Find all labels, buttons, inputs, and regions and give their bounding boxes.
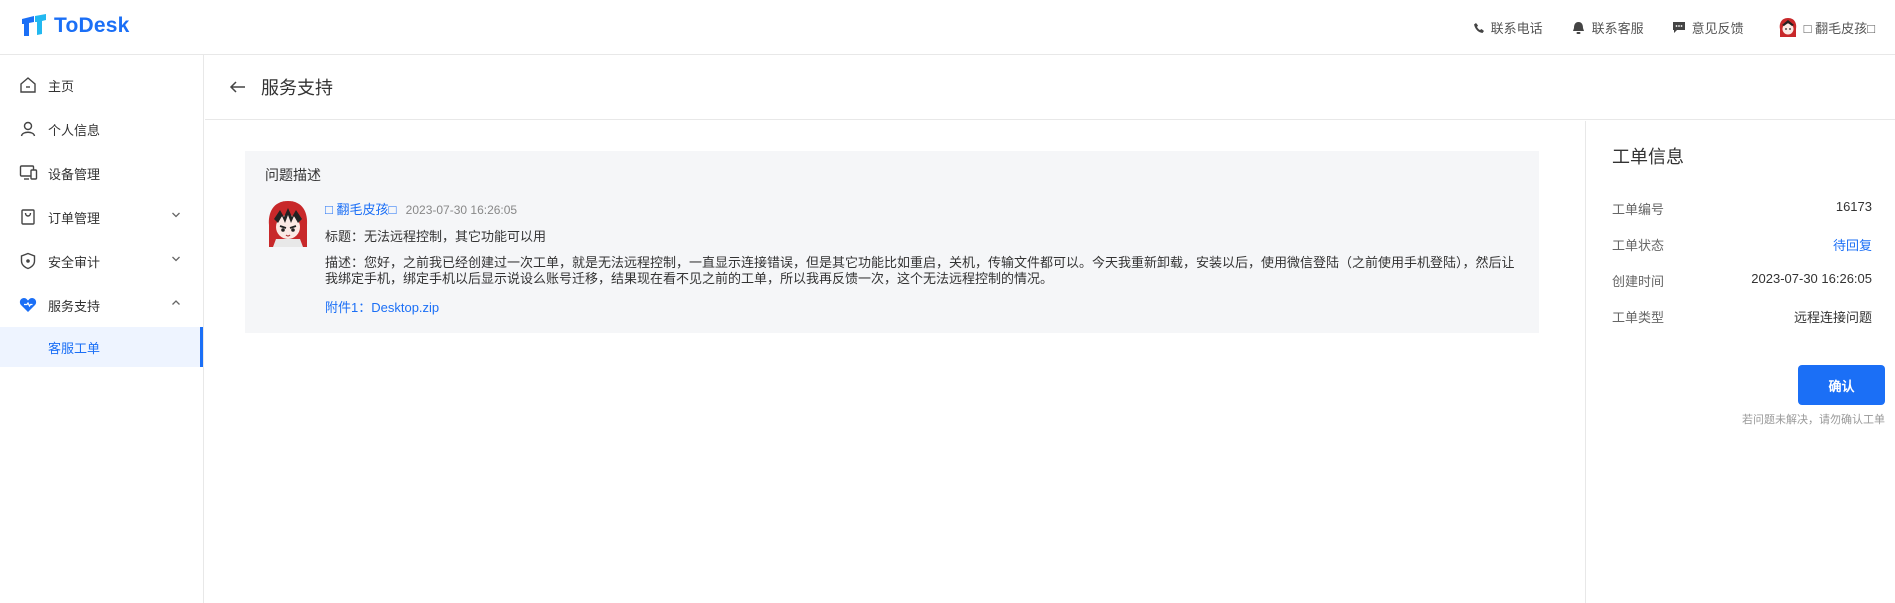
back-button[interactable] [229,80,247,94]
arrow-left-icon [229,81,245,93]
sidebar-item-label: 主页 [48,78,75,94]
message-body: □ 翻毛皮孩□ 2023-07-30 16:26:05 标题：无法远程控制，其它… [325,199,1525,316]
info-key: 工单状态 [1612,238,1665,253]
top-nav: 联系电话 联系客服 意见反馈 □ 翻毛皮孩□ [1473,0,1895,55]
confirm-button[interactable]: 确认 [1798,365,1885,405]
page-header: 服务支持 [205,55,1895,120]
chevron-up-icon [172,300,180,305]
todesk-logo-icon [20,14,48,38]
sidebar-item-label: 安全审计 [48,254,101,270]
ticket-main: 问题描述 □ 翻毛皮孩□ 2023-07-30 16:26:05 标题：无法远程… [205,121,1585,603]
feedback-icon [1672,22,1685,33]
sidebar-item-label: 服务支持 [48,298,101,314]
info-row-ticket-status: 工单状态 待回复 [1612,235,1872,255]
ticket-info-panel: 工单信息 工单编号 16173 工单状态 待回复 创建时间 2023-07-30… [1586,121,1895,603]
user-avatar [1779,17,1796,37]
sidebar: 主页 个人信息 设备管理 订单管理 安全审计 服务支持 客服工单 [0,55,204,603]
logo[interactable]: ToDesk [20,14,130,38]
page-title: 服务支持 [261,78,333,98]
home-icon [18,75,38,95]
message-author: □ 翻毛皮孩□ [325,202,397,217]
info-key: 创建时间 [1612,274,1665,289]
info-row-ticket-type: 工单类型 远程连接问题 [1612,307,1872,327]
problem-card: 问题描述 □ 翻毛皮孩□ 2023-07-30 16:26:05 标题：无法远程… [245,151,1539,333]
contact-phone-label: 联系电话 [1490,21,1543,36]
info-value: 远程连接问题 [1793,310,1872,325]
shield-icon [18,251,38,271]
message-time: 2023-07-30 16:26:05 [405,203,518,217]
username: □ 翻毛皮孩□ [1803,21,1875,36]
contact-phone-link[interactable]: 联系电话 [1473,18,1543,37]
sidebar-item-label: 个人信息 [48,122,101,138]
order-bag-icon [18,207,38,227]
attachment-link[interactable]: 附件1：Desktop.zip [325,297,1525,316]
contact-service-label: 联系客服 [1591,21,1644,36]
sidebar-item-label: 订单管理 [48,210,101,226]
phone-icon [1473,22,1484,33]
chevron-down-icon [172,256,180,262]
contact-service-link[interactable]: 联系客服 [1571,18,1644,37]
feedback-label: 意见反馈 [1691,21,1744,36]
sidebar-item-label: 设备管理 [48,166,101,182]
sidebar-subitem-label: 客服工单 [48,340,101,356]
message-description: 描述：您好，之前我已经创建过一次工单，就是无法远程控制，一直显示连接错误，但是其… [325,255,1515,286]
sidebar-item-security-audit[interactable]: 安全审计 [0,239,203,283]
confirm-hint: 若问题未解决，请勿确认工单 [1742,414,1885,426]
info-row-ticket-number: 工单编号 16173 [1612,199,1872,219]
ticket-message: □ 翻毛皮孩□ 2023-07-30 16:26:05 标题：无法远程控制，其它… [265,199,1519,316]
sidebar-item-home[interactable]: 主页 [0,63,203,107]
user-menu[interactable]: □ 翻毛皮孩□ [1778,17,1875,39]
sidebar-item-profile[interactable]: 个人信息 [0,107,203,151]
info-key: 工单编号 [1612,202,1665,217]
sidebar-item-service-ticket[interactable]: 客服工单 [0,327,203,367]
user-icon [18,119,38,139]
customer-service-icon [1572,21,1584,34]
heart-support-icon [18,295,38,315]
device-icon [18,163,38,183]
problem-section-title: 问题描述 [265,167,321,183]
info-value: 16173 [1835,199,1872,214]
info-value: 2023-07-30 16:26:05 [1751,271,1872,286]
chevron-down-icon [172,212,180,218]
message-avatar [268,201,308,247]
logo-text: ToDesk [54,14,130,37]
info-row-created-time: 创建时间 2023-07-30 16:26:05 [1612,271,1872,291]
info-key: 工单类型 [1612,310,1665,325]
top-bar: ToDesk 联系电话 联系客服 意见反馈 □ 翻毛皮孩□ [0,0,1895,55]
status-value: 待回复 [1832,238,1872,253]
message-meta: □ 翻毛皮孩□ 2023-07-30 16:26:05 [325,199,1525,218]
sidebar-item-orders[interactable]: 订单管理 [0,195,203,239]
ticket-info-title: 工单信息 [1612,147,1684,167]
feedback-link[interactable]: 意见反馈 [1672,18,1744,37]
sidebar-item-devices[interactable]: 设备管理 [0,151,203,195]
sidebar-item-service-support[interactable]: 服务支持 [0,283,203,327]
message-subject: 标题：无法远程控制，其它功能可以用 [325,229,547,244]
